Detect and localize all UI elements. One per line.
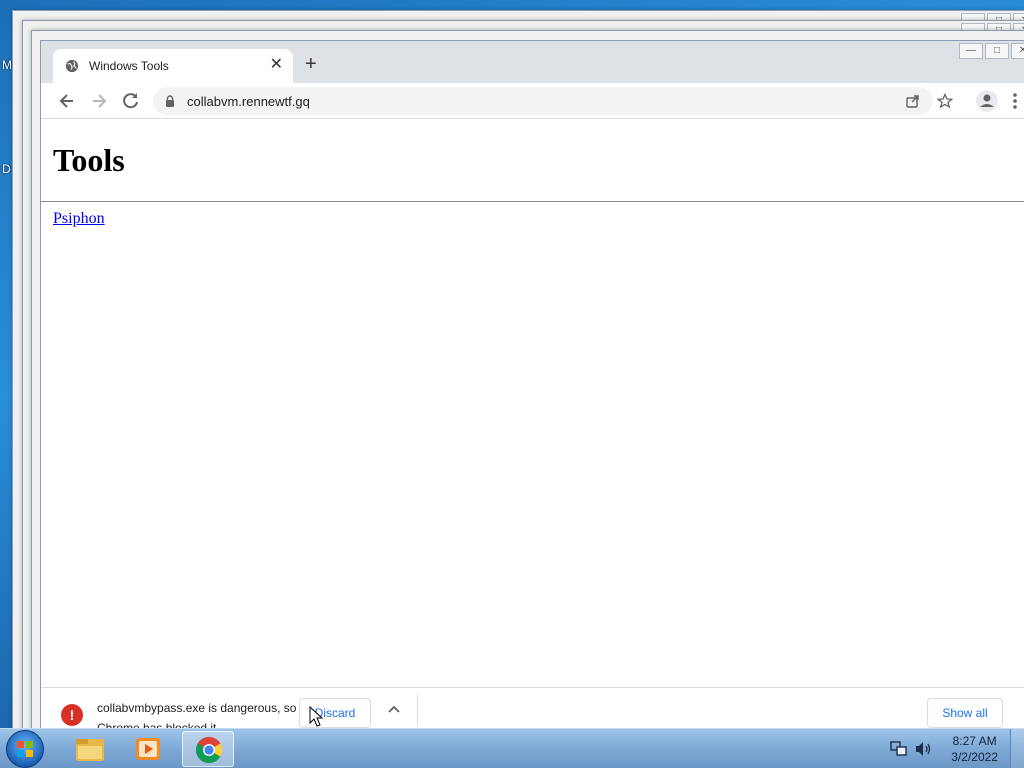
- download-warning-text: collabvmbypass.exe is dangerous, so Chro…: [97, 701, 297, 730]
- system-clock[interactable]: 8:27 AM 3/2/2022: [951, 733, 998, 765]
- media-player-icon: [136, 738, 160, 760]
- new-tab-button[interactable]: +: [305, 54, 317, 74]
- reload-icon[interactable]: [121, 91, 141, 111]
- clock-date: 3/2/2022: [951, 750, 998, 764]
- globe-icon: [65, 59, 79, 73]
- share-icon[interactable]: [905, 93, 921, 109]
- taskbar-explorer[interactable]: [64, 731, 116, 767]
- window-controls: — □ ✕: [959, 43, 1024, 59]
- windows-logo-icon: [17, 741, 33, 757]
- danger-icon: !: [61, 704, 83, 726]
- address-bar[interactable]: collabvm.rennewtf.gq: [153, 87, 953, 115]
- mouse-cursor-icon: [309, 706, 323, 727]
- browser-toolbar: collabvm.rennewtf.gq: [41, 83, 1024, 119]
- page-title: Tools: [53, 142, 125, 178]
- show-all-button[interactable]: Show all: [927, 698, 1003, 728]
- chevron-up-icon[interactable]: [387, 704, 401, 714]
- forward-arrow-icon[interactable]: [89, 91, 109, 111]
- folder-icon: [76, 739, 104, 761]
- back-arrow-icon[interactable]: [57, 91, 77, 111]
- url-text[interactable]: collabvm.rennewtf.gq: [187, 94, 310, 109]
- psiphon-link[interactable]: Psiphon: [53, 210, 105, 228]
- taskbar: 8:27 AM 3/2/2022: [0, 728, 1024, 768]
- minimize-button[interactable]: —: [959, 43, 983, 59]
- network-icon[interactable]: [890, 741, 908, 757]
- lock-icon[interactable]: [165, 95, 175, 107]
- tab-title: Windows Tools: [89, 59, 169, 73]
- clock-time: 8:27 AM: [952, 734, 997, 748]
- separator: [417, 694, 418, 726]
- taskbar-media-player[interactable]: [122, 731, 174, 767]
- tab-windows-tools[interactable]: Windows Tools ✕: [53, 49, 293, 83]
- divider: [41, 201, 1024, 202]
- chrome-window: Windows Tools ✕ + — □ ✕ collabvm.rennewt…: [40, 40, 1024, 730]
- taskbar-chrome[interactable]: [182, 731, 234, 767]
- tab-strip: Windows Tools ✕ + — □ ✕: [41, 41, 1024, 83]
- chrome-logo-icon: [195, 736, 223, 764]
- page-content: Tools Psiphon: [41, 120, 1024, 687]
- start-button[interactable]: [6, 730, 44, 768]
- close-button[interactable]: ✕: [1011, 43, 1024, 59]
- show-desktop-button[interactable]: [1010, 729, 1024, 768]
- bookmark-star-icon[interactable]: [937, 93, 953, 109]
- volume-icon[interactable]: [914, 741, 932, 757]
- maximize-button[interactable]: □: [985, 43, 1009, 59]
- desktop-icon-label[interactable]: M: [2, 58, 12, 72]
- download-bar: ! collabvmbypass.exe is dangerous, so Ch…: [41, 687, 1024, 729]
- kebab-menu-icon[interactable]: [1011, 89, 1019, 113]
- profile-icon[interactable]: [975, 89, 999, 113]
- desktop-icon-label[interactable]: D: [2, 162, 11, 176]
- tab-close-icon[interactable]: ✕: [270, 57, 283, 73]
